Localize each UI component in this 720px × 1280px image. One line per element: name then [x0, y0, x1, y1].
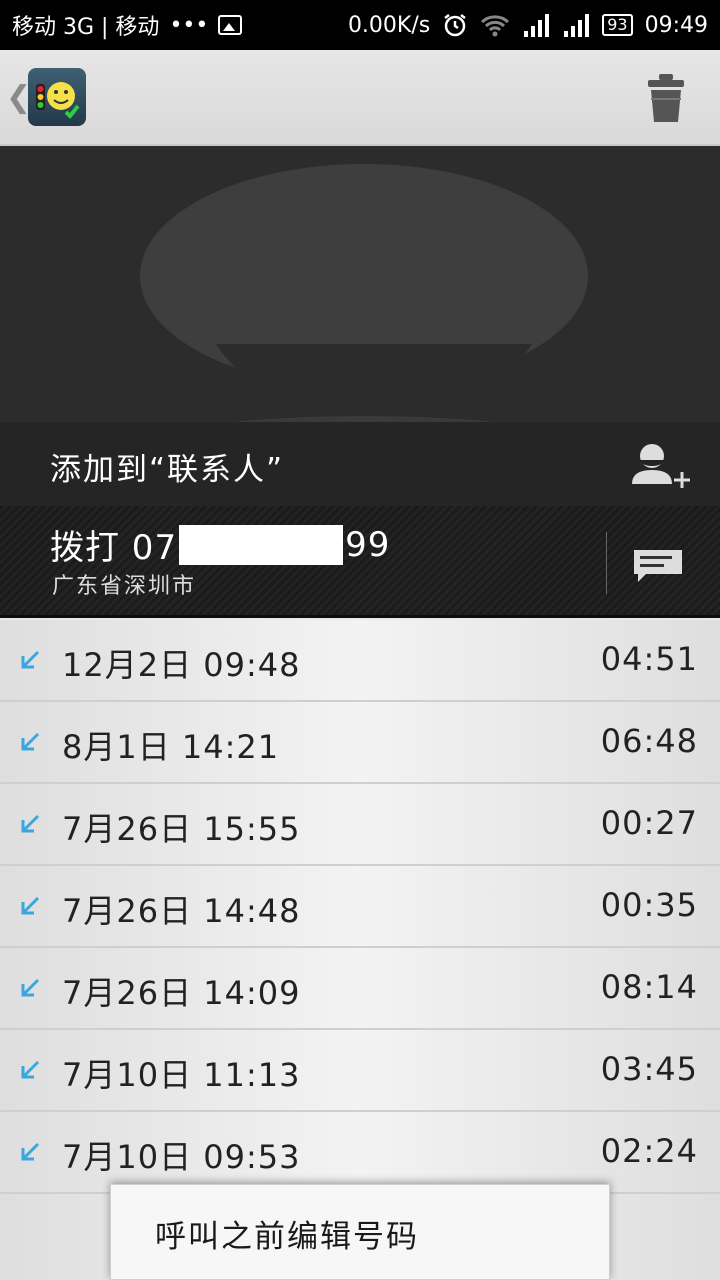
add-to-contacts-label: 添加到“联系人”	[50, 452, 285, 488]
battery-indicator: 93	[602, 14, 633, 36]
incoming-call-arrow-icon	[21, 1142, 40, 1161]
call-log-row[interactable]: 12月2日 09:48 04:51	[0, 620, 720, 702]
incoming-call-arrow-icon	[21, 732, 40, 751]
dial-number-row[interactable]: 拨打 07 99 广东省深圳市	[0, 506, 720, 618]
alarm-icon	[444, 14, 466, 37]
trash-icon	[648, 74, 684, 122]
app-icon[interactable]	[28, 68, 86, 126]
wifi-icon	[481, 15, 510, 37]
call-duration: 00:27	[600, 804, 698, 842]
default-avatar-icon	[140, 164, 588, 422]
incoming-call-arrow-icon	[21, 650, 40, 669]
call-duration: 03:45	[600, 1050, 698, 1088]
incoming-call-arrow-icon	[21, 1060, 40, 1079]
signal-icon-1	[524, 14, 550, 37]
call-datetime: 7月10日 09:53	[62, 1138, 301, 1176]
context-menu: 呼叫之前编辑号码	[110, 1184, 610, 1280]
call-datetime: 7月26日 14:09	[62, 974, 301, 1012]
edit-number-before-call-item[interactable]: 呼叫之前编辑号码	[155, 1211, 419, 1256]
action-bar: ❮	[0, 50, 720, 146]
dial-number-suffix: 99	[345, 524, 391, 565]
carrier-text: 移动 3G | 移动	[12, 15, 160, 40]
call-log-row[interactable]: 7月26日 15:55 00:27	[0, 784, 720, 866]
status-bar: 移动 3G | 移动 ••• 0.00K/s 93 09:49	[0, 0, 720, 50]
call-duration: 06:48	[600, 722, 698, 760]
call-log-row[interactable]: 7月26日 14:48 00:35	[0, 866, 720, 948]
incoming-call-arrow-icon	[21, 978, 40, 997]
call-log-row[interactable]: 7月10日 09:53 02:24	[0, 1112, 720, 1194]
dial-number-prefix: 拨打 07	[50, 528, 178, 568]
incoming-call-arrow-icon	[21, 896, 40, 915]
call-history-list: 12月2日 09:48 04:51 8月1日 14:21 06:48 7月26日 15:…	[0, 620, 720, 1280]
more-notifications-dots: •••	[169, 12, 209, 38]
call-datetime: 7月26日 14:48	[62, 892, 301, 930]
call-duration: 04:51	[600, 640, 698, 678]
dial-number: 拨打 07 99	[50, 520, 390, 569]
call-duration: 08:14	[600, 968, 698, 1006]
call-datetime: 7月10日 11:13	[62, 1056, 301, 1094]
contact-photo-placeholder	[0, 146, 720, 422]
call-log-row[interactable]: 7月26日 14:09 08:14	[0, 948, 720, 1030]
clock: 09:49	[644, 12, 708, 38]
add-contact-icon	[632, 444, 690, 488]
redacted-digits	[179, 524, 344, 565]
call-datetime: 8月1日 14:21	[62, 728, 280, 766]
call-duration: 02:24	[600, 1132, 698, 1170]
incoming-call-arrow-icon	[21, 814, 40, 833]
delete-button[interactable]	[646, 72, 686, 124]
divider	[606, 532, 607, 594]
image-notification-icon	[218, 15, 243, 35]
traffic-light-smiley-icon	[36, 82, 80, 119]
number-location: 广东省深圳市	[52, 574, 197, 599]
call-datetime: 7月26日 15:55	[62, 810, 301, 848]
call-datetime: 12月2日 09:48	[62, 646, 301, 684]
network-speed: 0.00K/s	[347, 12, 431, 38]
message-icon[interactable]	[632, 544, 684, 584]
call-log-row[interactable]: 8月1日 14:21 06:48	[0, 702, 720, 784]
call-duration: 00:35	[600, 886, 698, 924]
signal-icon-2	[564, 14, 590, 37]
call-log-row[interactable]: 7月10日 11:13 03:45	[0, 1030, 720, 1112]
add-to-contacts-row[interactable]: 添加到“联系人”	[0, 422, 720, 506]
